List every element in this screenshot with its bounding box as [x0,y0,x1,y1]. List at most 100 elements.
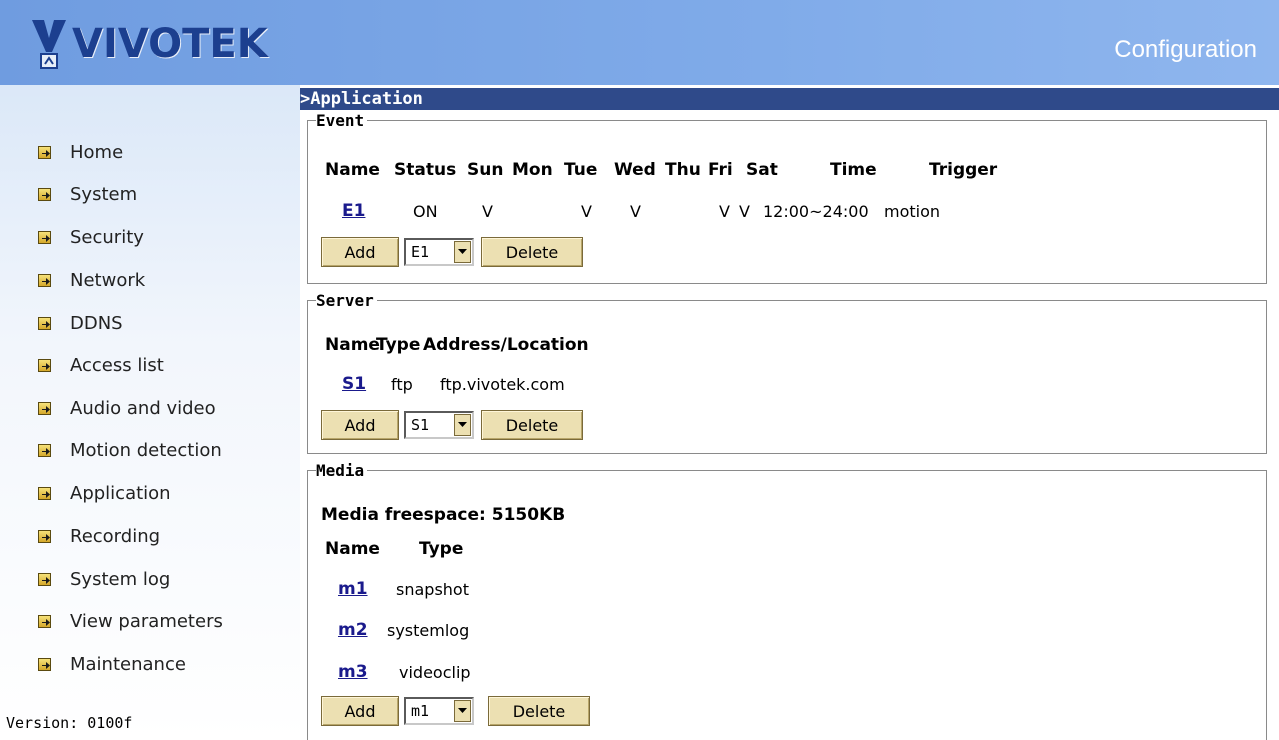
arrow-right-icon [38,145,51,159]
server-legend: Server [316,291,374,310]
col-time: Time [830,160,877,180]
sidebar-item-application[interactable]: Application [38,481,171,505]
arrow-right-icon [38,230,51,244]
sidebar-item-view-parameters[interactable]: View parameters [38,609,223,633]
arrow-right-icon [38,187,51,201]
col-sun: Sun [467,160,504,180]
sidebar-item-system-log[interactable]: System log [38,567,170,591]
page-title: >Application [300,88,1279,110]
sidebar-item-home[interactable]: Home [38,140,123,164]
header-banner: VIVOTEK Configuration [0,0,1279,85]
main-content: >Application Event Name Status Sun Mon T… [300,85,1279,740]
event-legend: Event [316,111,365,130]
arrow-right-icon [38,486,51,500]
media-type: snapshot [396,579,469,599]
sidebar-item-label: Home [70,141,124,163]
col-status: Status [394,160,457,180]
sidebar-item-label: System [70,183,138,205]
col-mon: Mon [512,160,553,180]
event-select[interactable]: E1 [404,238,474,266]
col-address: Address/Location [423,335,589,355]
sidebar-item-label: System log [70,568,171,590]
media-add-button[interactable]: Add [321,696,399,726]
sidebar-item-label: DDNS [70,312,123,334]
sidebar-item-label: View parameters [70,610,223,632]
col-thu: Thu [665,160,701,180]
sidebar-item-label: Network [70,269,146,291]
sidebar-item-label: Motion detection [70,439,222,461]
table-row: m2 systemlog [338,620,469,640]
server-link-s1[interactable]: S1 [342,374,391,394]
arrow-right-icon [38,358,51,372]
sidebar-item-motion-detection[interactable]: Motion detection [38,438,222,462]
col-type: Type [419,539,464,559]
arrow-right-icon [38,273,51,287]
col-name: Name [325,539,380,559]
media-table-header: Name Type [325,539,463,559]
col-trigger: Trigger [929,160,998,180]
col-fri: Fri [708,160,733,180]
header-title: Configuration [1114,36,1257,63]
media-select-value: m1 [411,702,430,720]
brand-name: VIVOTEK [72,21,268,67]
chevron-down-icon [454,700,471,722]
sidebar-item-recording[interactable]: Recording [38,524,160,548]
version-label: Version: 0100f [6,714,133,732]
col-type: Type [376,335,421,355]
sidebar-item-ddns[interactable]: DDNS [38,311,123,335]
sidebar-item-label: Audio and video [70,397,216,419]
sidebar-item-access-list[interactable]: Access list [38,353,164,377]
event-delete-button[interactable]: Delete [481,237,583,267]
col-tue: Tue [564,160,598,180]
event-link-e1[interactable]: E1 [342,201,413,221]
sidebar-item-network[interactable]: Network [38,268,145,292]
media-select[interactable]: m1 [404,697,474,725]
table-row: E1 ON V V V V V 12:00~24:00 motion [342,201,940,221]
table-row: m3 videoclip [338,662,471,682]
event-sun: V [482,201,493,221]
col-sat: Sat [746,160,778,180]
col-name: Name [325,160,380,180]
chevron-down-icon [454,414,471,436]
media-type: systemlog [387,620,470,640]
server-delete-button[interactable]: Delete [481,410,583,440]
server-table-header: Name Type Address/Location [325,335,589,355]
sidebar-item-label: Security [70,226,144,248]
media-link-m3[interactable]: m3 [338,662,399,682]
sidebar-item-audio-and-video[interactable]: Audio and video [38,396,216,420]
col-wed: Wed [614,160,656,180]
arrow-right-icon [38,657,51,671]
arrow-right-icon [38,401,51,415]
sidebar-item-maintenance[interactable]: Maintenance [38,652,186,676]
event-time: 12:00~24:00 [763,201,869,221]
sidebar-item-label: Maintenance [70,653,186,675]
event-sat: V [739,201,750,221]
chevron-down-icon [454,241,471,263]
table-row: S1 ftp ftp.vivotek.com [342,374,565,394]
server-address: ftp.vivotek.com [440,374,565,394]
logo-mark-icon [32,20,66,69]
arrow-right-icon [38,316,51,330]
event-table-header: Name Status Sun Mon Tue Wed Thu Fri Sat … [325,160,997,180]
event-status: ON [413,201,438,221]
media-delete-button[interactable]: Delete [488,696,590,726]
sidebar-item-label: Recording [70,525,161,547]
arrow-right-icon [38,443,51,457]
sidebar-item-security[interactable]: Security [38,225,144,249]
server-select[interactable]: S1 [404,411,474,439]
media-legend: Media [316,461,365,480]
event-trigger: motion [884,201,941,221]
server-add-button[interactable]: Add [321,410,399,440]
sidebar-item-label: Application [70,482,171,504]
col-name: Name [325,335,380,355]
media-link-m1[interactable]: m1 [338,579,396,599]
event-wed: V [630,201,641,221]
server-select-value: S1 [411,416,430,434]
sidebar-item-label: Access list [70,354,164,376]
table-row: m1 snapshot [338,579,469,599]
media-link-m2[interactable]: m2 [338,620,387,640]
arrow-right-icon [38,614,51,628]
sidebar-item-system[interactable]: System [38,182,137,206]
arrow-right-icon [38,529,51,543]
event-add-button[interactable]: Add [321,237,399,267]
